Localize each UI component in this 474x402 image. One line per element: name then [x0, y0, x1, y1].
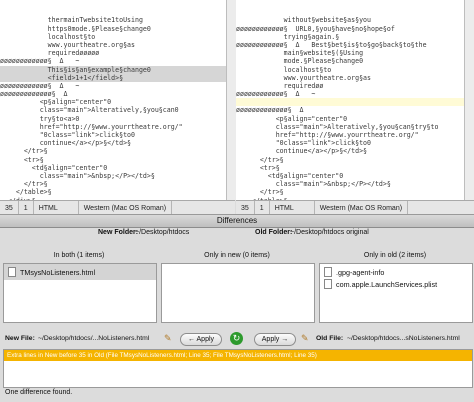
old-file-label: Old File: [316, 335, 344, 342]
left-code-line: <p§align="center"0 [0, 98, 112, 107]
left-code-line: <td§align="center"0 [0, 163, 108, 172]
right-code-line: øøøøøøøøøøøø§ Δ ~ [236, 90, 316, 99]
left-code-line: www.yourtheatre.org§as [0, 40, 135, 49]
file-icon [324, 267, 332, 277]
right-code-line: <td§align="center"0 [236, 171, 344, 180]
right-status-bar: 35 1 HTML Western (Mac OS Roman) [236, 200, 474, 215]
left-status-syntax[interactable]: HTML [34, 201, 79, 215]
old-only-panel[interactable]: .gpg-agent-info com.apple.LaunchServices… [319, 263, 473, 323]
new-folder-path: ~/Desktop/htdocs [135, 229, 190, 236]
right-code-line: mode.§Please§change0 [236, 57, 364, 66]
left-editor-scrollbar[interactable] [226, 0, 236, 200]
right-code-line: www.yourtheatre.org§as [236, 73, 371, 82]
folder-header: New Folder: ~/Desktop/htdocs Old Folder:… [0, 229, 474, 239]
right-code-line: class="main">Alteratively,§you§can§try§t… [236, 122, 439, 131]
left-code-line: continue</a></p>§</td>§ [0, 139, 132, 148]
both-item[interactable]: TMsysNoListeners.html [4, 264, 156, 280]
difference-item[interactable]: Extra lines in New before 35 in Old (Fil… [4, 350, 472, 361]
old-item[interactable]: .gpg-agent-info [320, 264, 472, 278]
left-code-line: href="http://§www.yourrtheatre.org/" [0, 122, 183, 131]
left-code-line: </tr>§ [0, 147, 48, 156]
left-code-line: class="main">&nbsp;</P></td>§ [0, 171, 155, 180]
both-header: In both (1 items) [53, 252, 105, 259]
file-row: New File: ~/Desktop/htdocs/...NoListener… [0, 331, 474, 347]
right-code-line: localhost§to [236, 65, 332, 74]
right-editor-scrollbar[interactable] [464, 0, 474, 200]
new-folder-label: New Folder: [98, 229, 139, 236]
left-code-line: øøøøøøøøøøøøø§ Δ [0, 90, 68, 99]
left-code-line: This§is§an§example§change0 [0, 65, 226, 74]
both-item-label: TMsysNoListeners.html [20, 267, 96, 277]
old-item-label: com.apple.LaunchServices.plist [336, 279, 438, 289]
new-only-header: Only in new (0 items) [204, 252, 270, 259]
footer-status: One difference found. [5, 389, 72, 396]
difference-item-text: Extra lines in New before 35 in Old (Fil… [7, 352, 317, 359]
left-code-line: <tr>§ [0, 155, 44, 164]
differences-title-bar[interactable]: Differences [0, 214, 474, 228]
new-file-path: ~/Desktop/htdocs/...NoListeners.html [38, 335, 150, 342]
right-editor[interactable]: without§website§as§you øøøøøøøøøøøø§ URL0… [236, 0, 464, 200]
left-status-bar: 35 1 HTML Western (Mac OS Roman) [0, 200, 235, 215]
refresh-icon[interactable]: ↻ [230, 332, 243, 345]
left-code-line: </tr>§ [0, 180, 48, 189]
new-only-panel[interactable] [161, 263, 315, 323]
old-file-path: ~/Desktop/htdocs...sNoListeners.html [347, 335, 460, 342]
footer-status-text: One difference found. [5, 389, 73, 396]
left-code-line: "0class="link">click§to0 [0, 131, 135, 140]
file-icon [324, 279, 332, 289]
left-code-line: try§to<a>0 [0, 114, 80, 123]
right-code-line: without§website§as§you [236, 16, 371, 25]
apply-left-button[interactable]: ← Apply [180, 333, 222, 346]
right-code-line: <p§align="center"0 [236, 114, 348, 123]
both-panel[interactable]: TMsysNoListeners.html [3, 263, 157, 323]
file-icon [8, 267, 16, 277]
right-status-encoding[interactable]: Western (Mac OS Roman) [315, 201, 409, 215]
pencil-icon[interactable]: ✎ [301, 333, 309, 344]
left-code-line: øøøøøøøøøøøø§ Δ ~ [0, 57, 80, 66]
left-code-line: <field>1+1</field>§ [0, 73, 226, 82]
pencil-icon[interactable]: ✎ [164, 333, 172, 344]
right-code-line: øøøøøøøøøøøø§ Δ Best§bet§is§to§go§back§t… [236, 40, 427, 49]
left-code-line: localhost§to [0, 32, 96, 41]
right-code-line: øøøøøøøøøøøø§ URL0,§you§have§no§hope§of [236, 24, 395, 33]
old-folder-label: Old Folder: [255, 229, 293, 236]
old-only-header: Only in old (2 items) [363, 252, 427, 259]
left-code-line: </table>§ [0, 188, 52, 197]
old-folder-path: ~/Desktop/htdocs original [290, 229, 369, 236]
right-code-line: "0class="link">click§to0 [236, 139, 371, 148]
right-code-line [236, 98, 464, 107]
old-item[interactable]: com.apple.LaunchServices.plist [320, 278, 472, 290]
right-status-col: 1 [255, 201, 270, 215]
right-code-line: øøøøøøøøøøøøø§ Δ [236, 106, 304, 115]
right-code-line: </tr>§ [236, 155, 284, 164]
left-editor[interactable]: thermainTwebsite1toUsing https0mode.§Ple… [0, 0, 226, 200]
right-code-line: main§website§(§Using [236, 49, 364, 58]
differences-list[interactable]: Extra lines in New before 35 in Old (Fil… [3, 349, 473, 388]
right-code-line: continue</a></p>§</td>§ [236, 147, 368, 156]
right-editor-lines: without§website§as§you øøøøøøøøøøøø§ URL0… [236, 16, 464, 200]
left-code-line: class="main">Alteratively,§you§can0 [0, 106, 179, 115]
left-status-line: 35 [0, 201, 19, 215]
apply-right-button[interactable]: Apply → [254, 333, 296, 346]
right-code-line: <tr>§ [236, 163, 280, 172]
right-status-line: 35 [236, 201, 255, 215]
right-code-line: trying§again.§ [236, 32, 340, 41]
left-editor-lines: thermainTwebsite1toUsing https0mode.§Ple… [0, 16, 226, 200]
right-code-line: href="http://§www.yourrtheatre.org/" [236, 131, 419, 140]
window-title: Differences [216, 216, 258, 225]
left-code-line: øøøøøøøøøøøø§ Δ ~ [0, 81, 80, 90]
left-status-col: 1 [19, 201, 34, 215]
right-code-line: class="main">&nbsp;</P></td>§ [236, 180, 391, 189]
right-status-syntax[interactable]: HTML [270, 201, 315, 215]
left-status-encoding[interactable]: Western (Mac OS Roman) [79, 201, 173, 215]
new-file-label: New File: [5, 335, 35, 342]
old-item-label: .gpg-agent-info [336, 267, 385, 277]
left-code-line: thermainTwebsite1toUsing [0, 16, 143, 25]
right-code-line: </tr>§ [236, 188, 284, 197]
left-code-line: requiredøøøøø [0, 49, 100, 58]
right-code-line: requiredøø [236, 81, 324, 90]
left-code-line: https0mode.§Please§change0 [0, 24, 151, 33]
